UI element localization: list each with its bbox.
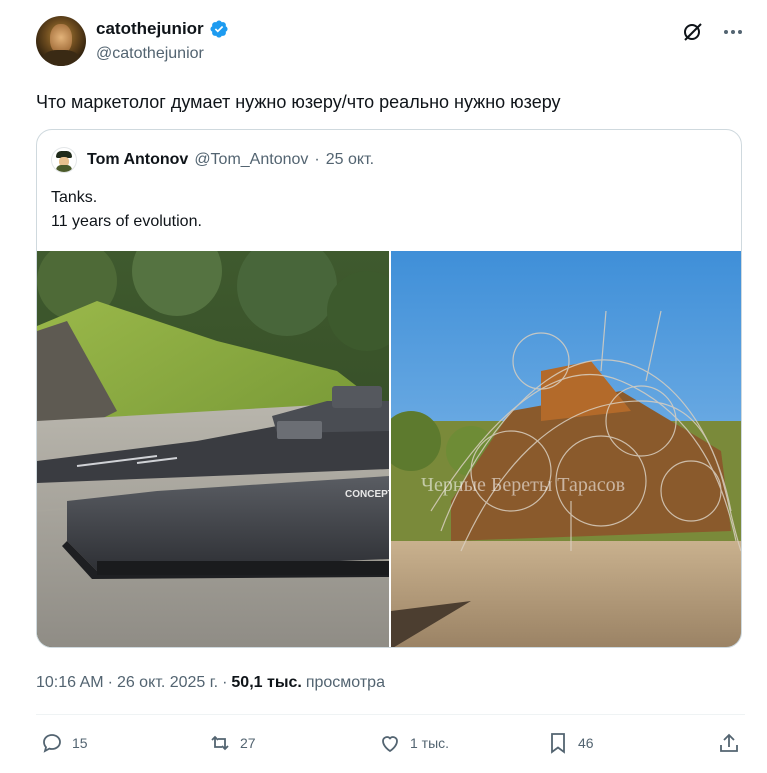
cope-cage-tank-image[interactable]: Черные Береты Тарасов	[391, 251, 741, 647]
quote-text-line-2: 11 years of evolution.	[51, 213, 202, 230]
concept-tank-image[interactable]: CONCEPT	[37, 251, 389, 647]
concept-label: CONCEPT	[345, 489, 389, 500]
quote-separator: ·	[314, 151, 320, 168]
cope-cage-tank-illustration: Черные Береты Тарасов	[391, 251, 741, 647]
verified-badge-icon	[210, 20, 228, 38]
quote-author-avatar[interactable]	[51, 147, 77, 173]
repost-button[interactable]: 27	[208, 731, 256, 755]
tweet-actions: 15 27 1 тыс. 46	[40, 731, 741, 761]
watermark-text: Черные Береты Тарасов	[421, 474, 625, 496]
author-avatar[interactable]	[36, 16, 86, 66]
like-icon	[382, 736, 398, 753]
tweet-header: catothejunior @catothejunior	[36, 16, 745, 68]
header-actions	[681, 20, 745, 44]
reply-button[interactable]: 15	[40, 731, 88, 755]
quote-author-name[interactable]: Tom Antonov	[87, 151, 188, 169]
author-handle[interactable]: @catothejunior	[96, 45, 204, 63]
repost-count: 27	[240, 735, 256, 751]
concept-tank-illustration: CONCEPT	[37, 251, 389, 647]
share-icon	[720, 733, 738, 752]
tweet: catothejunior @catothejunior Что маркето…	[0, 0, 767, 773]
share-button[interactable]	[717, 731, 741, 755]
quote-text: Tanks. 11 years of evolution.	[51, 186, 202, 234]
post-date[interactable]: 26 окт. 2025 г.	[117, 674, 218, 692]
author-name-row: catothejunior	[96, 19, 229, 39]
like-count: 1 тыс.	[410, 735, 450, 751]
quote-header: Tom Antonov @Tom_Antonov · 25 окт.	[51, 147, 374, 173]
tweet-text: Что маркетолог думает нужно юзеру/что ре…	[36, 92, 561, 112]
meta-separator-1: ·	[107, 674, 113, 691]
bookmark-button[interactable]: 46	[546, 731, 594, 755]
grok-icon[interactable]	[681, 20, 705, 44]
author-display-name[interactable]: catothejunior	[96, 19, 204, 39]
views-count[interactable]: 50,1 тыс.	[231, 674, 301, 692]
reply-count: 15	[72, 735, 88, 751]
more-icon[interactable]	[721, 20, 745, 44]
tweet-meta: 10:16 AM · 26 окт. 2025 г. · 50,1 тыс. п…	[36, 674, 385, 692]
repost-icon	[211, 735, 229, 751]
quote-text-line-1: Tanks.	[51, 189, 98, 206]
meta-separator-2: ·	[222, 674, 228, 691]
quote-media: CONCEPT	[37, 251, 741, 647]
views-label: просмотра	[305, 674, 385, 691]
bookmark-icon	[551, 733, 565, 754]
quote-date[interactable]: 25 окт.	[326, 151, 374, 169]
post-time[interactable]: 10:16 AM	[36, 674, 104, 692]
quote-author-handle[interactable]: @Tom_Antonov	[194, 151, 308, 169]
bookmark-count: 46	[578, 735, 594, 751]
reply-icon	[43, 734, 61, 753]
quote-tweet-card[interactable]: Tom Antonov @Tom_Antonov · 25 окт. Tanks…	[36, 129, 742, 648]
like-button[interactable]: 1 тыс.	[378, 731, 449, 755]
divider	[36, 714, 745, 715]
